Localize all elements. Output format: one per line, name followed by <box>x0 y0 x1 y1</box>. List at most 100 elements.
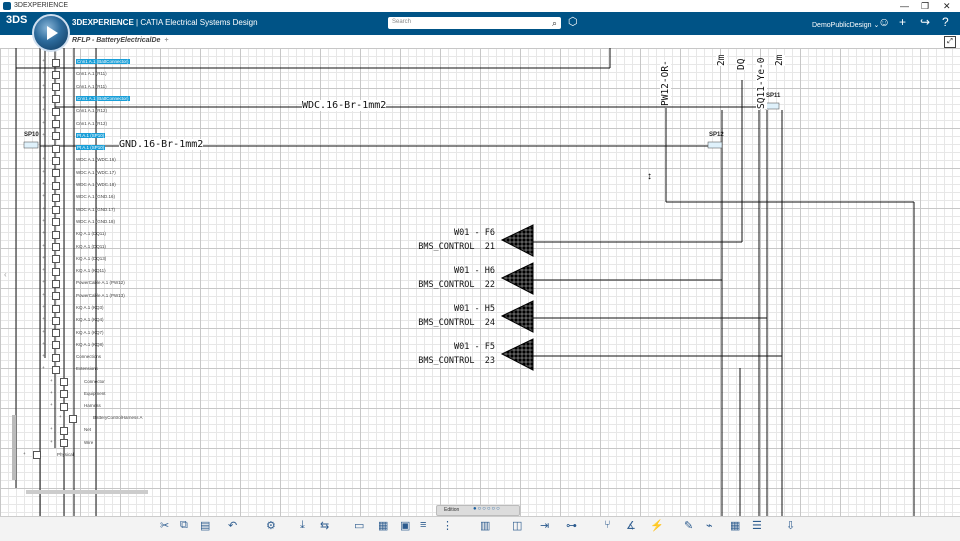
tree-item[interactable]: Cnn1 A.1 (BattConnector) <box>76 95 130 101</box>
tree-expand-icon[interactable]: + <box>42 341 45 346</box>
settings-icon[interactable]: ⚙ <box>266 519 276 532</box>
collapse-panel-icon[interactable]: ‹ <box>4 270 7 279</box>
tree-item[interactable]: Equipment <box>84 391 106 396</box>
tree-item[interactable]: Harness <box>84 403 101 408</box>
tree-item[interactable]: KQ A.1 (DQ13) <box>76 256 106 261</box>
tree-item[interactable]: KQ A.1 (KQ11) <box>76 268 106 273</box>
tree-expand-icon[interactable]: + <box>42 230 45 235</box>
tree-item[interactable]: PowerCable A.1 (PW12) <box>76 280 125 285</box>
copy-icon[interactable]: ⧉ <box>180 519 188 532</box>
cut-icon[interactable]: ✂ <box>160 519 169 532</box>
3ds-logo[interactable]: 3DS <box>6 14 27 26</box>
grid-icon[interactable]: ▦ <box>730 519 740 532</box>
wire-icon[interactable]: ⌁ <box>706 519 713 532</box>
connector-symbol-f5[interactable] <box>500 338 534 371</box>
share-icon[interactable]: ↪ <box>920 15 930 29</box>
tree-expand-icon[interactable]: + <box>42 329 45 334</box>
tree-item[interactable]: Net <box>84 427 91 432</box>
tree-expand-icon[interactable]: + <box>42 83 45 88</box>
tree-item[interactable]: KQ A.1 (DQ11) <box>76 244 106 249</box>
vertical-label-sq11[interactable]: SQ11-Ye-0 <box>756 57 767 109</box>
fullscreen-icon[interactable]: ⤢ <box>944 36 956 48</box>
edition-bar[interactable]: Edition ●○○○○○ <box>436 505 520 516</box>
tree-expand-icon[interactable]: + <box>42 169 45 174</box>
tree-expand-icon[interactable]: + <box>50 439 53 444</box>
tree-expand-icon[interactable]: + <box>42 206 45 211</box>
tree-item[interactable]: Cnn1 A.1 (R11) <box>76 71 107 76</box>
wire-label-wdc16[interactable]: WDC.16-Br-1mm2 <box>302 100 387 111</box>
tree-expand-icon[interactable]: + <box>42 267 45 272</box>
vertical-label-2m-b[interactable]: 2m <box>774 54 785 66</box>
user-menu[interactable]: DemoPublicDesign ⌄ <box>812 21 879 29</box>
tree-expand-icon[interactable]: + <box>42 156 45 161</box>
tree-item[interactable]: WDC A.1 (GND.18) <box>76 219 115 224</box>
tag-icon[interactable]: ⬡ <box>568 15 578 28</box>
tree-item[interactable]: Cnn1 A.1 (R11) <box>76 84 107 89</box>
tree-expand-icon[interactable]: + <box>42 365 45 370</box>
tree-expand-icon[interactable]: + <box>42 144 45 149</box>
insert-icon[interactable]: ⤓ <box>300 519 305 532</box>
tree-expand-icon[interactable]: + <box>42 95 45 100</box>
tree-item[interactable]: Cnn1 A.1 (R12) <box>76 108 107 113</box>
distribute-icon[interactable]: ⋮ <box>442 519 453 532</box>
tree-expand-icon[interactable]: + <box>50 426 53 431</box>
connector-symbol-h6[interactable] <box>500 262 534 295</box>
add-icon[interactable]: + <box>899 15 906 29</box>
tree-item[interactable]: WDC A.1 (GND.17) <box>76 207 115 212</box>
tree-horizontal-scrollbar[interactable] <box>26 490 148 494</box>
tree-expand-icon[interactable]: + <box>42 58 45 63</box>
connect-icon[interactable]: ⊶ <box>566 519 577 532</box>
display-icon[interactable]: ▣ <box>400 519 410 532</box>
tree-expand-icon[interactable]: + <box>50 390 53 395</box>
list-icon[interactable]: ☰ <box>752 519 762 532</box>
tree-item[interactable]: KQ A.1 (KQ3) <box>76 305 104 310</box>
tree-expand-icon[interactable]: + <box>42 120 45 125</box>
undo-icon[interactable]: ↶ <box>228 519 237 532</box>
tree-item[interactable]: Extensions <box>76 366 98 371</box>
tree-item[interactable]: WDC A.1 (WDC.16) <box>76 157 116 162</box>
tree-expand-icon[interactable]: + <box>23 451 26 456</box>
tab-rflp[interactable]: RFLP - BatteryElectricalDe + <box>72 37 169 44</box>
tree-expand-icon[interactable]: + <box>42 193 45 198</box>
tree-item[interactable]: KQ A.1 (KQ4) <box>76 317 104 322</box>
branch-icon[interactable]: ⑂ <box>604 519 611 531</box>
tree-expand-icon[interactable]: + <box>50 402 53 407</box>
frame-icon[interactable]: ▦ <box>378 519 388 532</box>
route-icon[interactable]: ⇥ <box>540 519 549 532</box>
connector-symbol-f6[interactable] <box>500 224 534 257</box>
tree-expand-icon[interactable]: + <box>50 378 53 383</box>
tree-item[interactable]: BatteryControlHarness A <box>93 415 143 420</box>
splice-sp12-box[interactable] <box>707 141 723 149</box>
tree-item[interactable]: Physical <box>57 452 74 457</box>
user-icon[interactable]: ☺ <box>878 15 890 29</box>
vertical-label-2m-a[interactable]: 2m <box>716 54 727 66</box>
view-icon[interactable]: ▭ <box>354 519 364 532</box>
paste-icon[interactable]: ▤ <box>200 519 210 532</box>
tree-expand-icon[interactable]: + <box>42 218 45 223</box>
export-icon[interactable]: ⇩ <box>786 519 795 532</box>
tree-item[interactable]: Pt A.1 (SP10) <box>76 132 106 138</box>
tree-item[interactable]: WDC A.1 (GND.16) <box>76 194 115 199</box>
tree-item[interactable]: KQ A.1 (DQ11) <box>76 231 106 236</box>
wire-label-gnd16[interactable]: GND.16-Br-1mm2 <box>119 139 204 150</box>
tree-item[interactable]: Connections <box>76 354 101 359</box>
tree-item[interactable]: WDC A.1 (WDC.18) <box>76 182 116 187</box>
tree-expand-icon[interactable]: + <box>42 255 45 260</box>
splice-sp10-box[interactable] <box>23 141 39 149</box>
tree-item[interactable]: KQ A.1 (KQ8) <box>76 342 104 347</box>
align-icon[interactable]: ≡ <box>420 519 426 531</box>
tree-expand-icon[interactable]: + <box>42 304 45 309</box>
splice-sp11-box[interactable] <box>764 102 780 110</box>
tree-item[interactable]: Wire <box>84 440 93 445</box>
tree-expand-icon[interactable]: + <box>42 107 45 112</box>
tree-vertical-scrollbar[interactable] <box>12 415 16 480</box>
new-tab-button[interactable]: + <box>164 37 168 44</box>
replace-icon[interactable]: ⇆ <box>320 519 329 532</box>
tree-expand-icon[interactable]: + <box>42 316 45 321</box>
tree-item[interactable]: PowerCable A.1 (PW13) <box>76 293 125 298</box>
close-button[interactable]: ✕ <box>943 0 951 12</box>
tree-item[interactable]: Cnn1 A.1 (BattConnector) <box>76 59 130 64</box>
edition-dots-icon[interactable]: ●○○○○○ <box>473 506 501 512</box>
tree-expand-icon[interactable]: + <box>42 353 45 358</box>
help-icon[interactable]: ? <box>942 15 949 29</box>
